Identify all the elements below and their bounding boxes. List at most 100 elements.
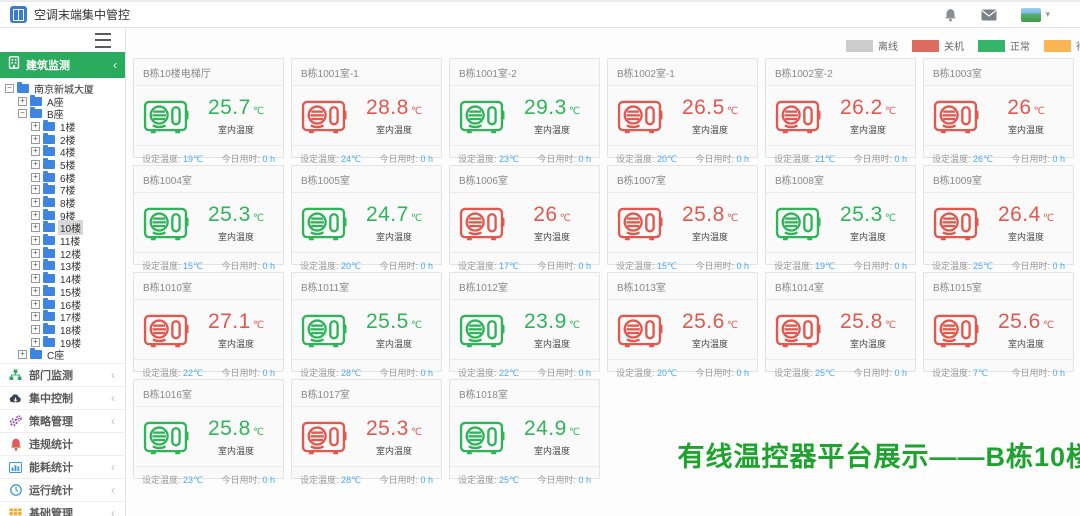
indoor-temp-label: 室内温度 — [985, 230, 1067, 243]
sidebar-menu-item[interactable]: 违规统计 — [0, 432, 125, 455]
usage-time-label: 今日用时: — [379, 368, 418, 378]
indoor-temp-label: 室内温度 — [353, 230, 435, 243]
tree-expander-icon[interactable]: + — [31, 160, 40, 169]
legend-color-swatch — [1044, 40, 1071, 52]
set-temp-label: 设定温度: — [142, 261, 181, 271]
sidebar-menu-item[interactable]: 策略管理 ‹ — [0, 409, 125, 432]
folder-icon — [43, 147, 55, 156]
tree-expander-icon[interactable]: + — [31, 122, 40, 131]
tree-expander-icon[interactable]: + — [31, 236, 40, 245]
tree-expander-icon[interactable]: − — [5, 84, 14, 93]
set-temp-value: 28℃ — [341, 368, 361, 378]
tree-expander-icon[interactable]: + — [31, 249, 40, 258]
tree-node-label[interactable]: C座 — [45, 347, 66, 362]
room-card[interactable]: B栋1016室 25.8℃ — [133, 379, 284, 479]
room-card[interactable]: B栋1013室 25.6℃ — [607, 272, 758, 372]
usage-time-label: 今日用时: — [1011, 368, 1050, 378]
set-temp-value: 7℃ — [973, 368, 988, 378]
tree-expander-icon[interactable]: + — [31, 325, 40, 334]
tree-expander-icon[interactable]: + — [31, 185, 40, 194]
tree-expander-icon[interactable]: + — [31, 261, 40, 270]
tree-expander-icon[interactable]: + — [31, 300, 40, 309]
room-card[interactable]: B栋1017室 25.3℃ — [291, 379, 442, 479]
room-card[interactable]: B栋1012室 23.9℃ — [449, 272, 600, 372]
sidebar-menu-item[interactable]: 能耗统计 ‹ — [0, 455, 125, 478]
room-card[interactable]: B栋1015室 25.6℃ — [923, 272, 1074, 372]
indoor-temp-label: 室内温度 — [985, 123, 1067, 136]
sidebar-menu-item[interactable]: 基础管理 ‹ — [0, 501, 125, 516]
room-card[interactable]: B栋10楼电梯厅 25.7℃ — [133, 58, 284, 158]
tree-expander-icon[interactable]: + — [31, 312, 40, 321]
tree-expander-icon[interactable]: + — [18, 97, 27, 106]
set-temp-label: 设定温度: — [458, 368, 497, 378]
sidebar-menu-item[interactable]: 运行统计 ‹ — [0, 478, 125, 501]
indoor-temp-label: 室内温度 — [511, 123, 593, 136]
room-card[interactable]: B栋1003室 26℃ — [923, 58, 1074, 158]
tree-expander-icon[interactable]: + — [31, 287, 40, 296]
tree-expander-icon[interactable]: + — [31, 338, 40, 347]
usage-time-label: 今日用时: — [221, 154, 260, 164]
tree-expander-icon[interactable]: + — [31, 211, 40, 220]
tree-expander-icon[interactable]: + — [31, 223, 40, 232]
room-card[interactable]: B栋1001室-1 28.8℃ — [291, 58, 442, 158]
room-card[interactable]: B栋1004室 25.3℃ — [133, 165, 284, 265]
ac-unit-icon — [300, 312, 347, 349]
room-temperature-value: 26.2 — [840, 96, 883, 119]
legend-item: 关机 — [912, 38, 964, 53]
room-card[interactable]: B栋1008室 25.3℃ — [765, 165, 916, 265]
indoor-temp-label: 室内温度 — [985, 337, 1067, 350]
tree-expander-icon[interactable]: + — [18, 350, 27, 359]
indoor-temp-label: 室内温度 — [511, 230, 593, 243]
folder-icon — [30, 97, 42, 106]
usage-time-label: 今日用时: — [1011, 261, 1050, 271]
app-logo-icon — [10, 6, 27, 23]
room-temperature-value: 25.7 — [208, 96, 251, 119]
messages-envelope-icon[interactable] — [981, 9, 997, 21]
room-card[interactable]: B栋1001室-2 29.3℃ — [449, 58, 600, 158]
tree-expander-icon[interactable]: − — [18, 109, 27, 118]
tree-expander-icon[interactable]: + — [31, 173, 40, 182]
indoor-temp-label: 室内温度 — [353, 337, 435, 350]
set-temp-value: 15℃ — [657, 261, 677, 271]
room-temperature-value: 26 — [1007, 96, 1031, 119]
sidebar-menu-label: 策略管理 — [29, 413, 104, 429]
tree-expander-icon[interactable]: + — [31, 198, 40, 207]
tree-expander-icon[interactable]: + — [31, 147, 40, 156]
room-card-title: B栋1015室 — [924, 273, 1073, 300]
set-temp-label: 设定温度: — [300, 154, 339, 164]
menu-toggle-icon[interactable] — [95, 33, 111, 48]
user-avatar[interactable]: ▾ — [1021, 8, 1050, 22]
tree-expander-icon[interactable]: + — [31, 135, 40, 144]
room-card[interactable]: B栋1002室-1 26.5℃ — [607, 58, 758, 158]
room-card[interactable]: B栋1018室 24.9℃ — [449, 379, 600, 479]
legend-label: 正常 — [1010, 38, 1030, 53]
room-card[interactable]: B栋1011室 25.5℃ — [291, 272, 442, 372]
room-temperature-value: 25.3 — [840, 203, 883, 226]
sidebar-menu-item[interactable]: 部门监测 ‹ — [0, 363, 125, 386]
set-temp-label: 设定温度: — [142, 368, 181, 378]
folder-icon — [43, 198, 55, 207]
usage-time-label: 今日用时: — [221, 261, 260, 271]
chevron-left-icon: ‹ — [111, 391, 115, 405]
room-card[interactable]: B栋1010室 27.1℃ — [133, 272, 284, 372]
tree-node[interactable]: + C座 — [0, 348, 125, 361]
room-card[interactable]: B栋1014室 25.8℃ — [765, 272, 916, 372]
room-card-title: B栋1002室-2 — [766, 59, 915, 86]
room-card[interactable]: B栋1005室 24.7℃ — [291, 165, 442, 265]
room-card[interactable]: B栋1007室 25.8℃ — [607, 165, 758, 265]
tree-expander-icon[interactable]: + — [31, 274, 40, 283]
room-card[interactable]: B栋1009室 26.4℃ — [923, 165, 1074, 265]
notification-bell-icon[interactable] — [944, 8, 957, 22]
platform-banner-text: 有线温控器平台展示——B栋10楼 — [677, 435, 1080, 474]
indoor-temp-label: 室内温度 — [195, 444, 277, 457]
sidebar-menu-item[interactable]: 集中控制 ‹ — [0, 386, 125, 409]
usage-time-value: 0 h — [578, 261, 591, 271]
set-temp-value: 22℃ — [499, 368, 519, 378]
room-card[interactable]: B栋1002室-2 26.2℃ — [765, 58, 916, 158]
set-temp-value: 28℃ — [341, 475, 361, 485]
temperature-unit-label: ℃ — [885, 106, 896, 117]
room-card[interactable]: B栋1006室 26℃ — [449, 165, 600, 265]
set-temp-label: 设定温度: — [458, 154, 497, 164]
room-temperature-value: 26 — [533, 203, 557, 226]
sidebar-item-building-monitor[interactable]: 建筑监测 ‹ — [0, 52, 125, 78]
